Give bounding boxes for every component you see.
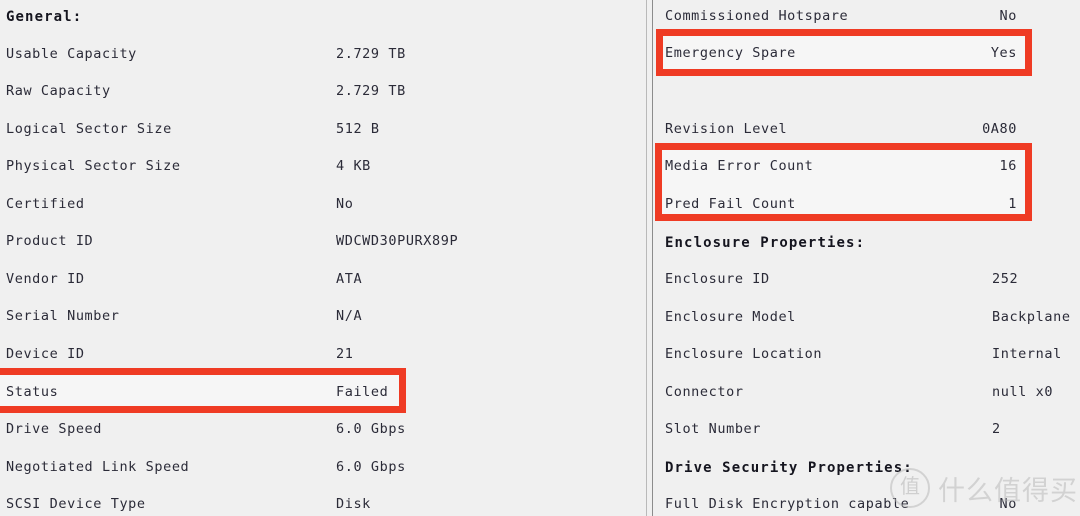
property-value: WDCWD30PURX89P [336,233,459,249]
property-label: Enclosure ID [665,271,770,287]
property-value: 4 KB [336,158,371,174]
property-label: Device ID [6,346,85,362]
enclosure-properties-column: Commissioned Hotspare No Emergency Spare Ye… [655,0,1080,516]
property-row-status: Status Failed [0,381,640,403]
property-row-device-id: Device ID 21 [0,343,640,365]
section-header-general: General: [0,6,640,28]
general-properties-column: General: Usable Capacity 2.729 TB Raw Capac… [0,0,640,516]
property-row-physical-sector-size: Physical Sector Size 4 KB [0,155,640,177]
property-row-slot-number: Slot Number 2 [655,418,1080,440]
property-label: Connector [665,384,744,400]
property-value: 21 [336,346,354,362]
property-row-full-disk-encryption-capable: Full Disk Encryption capable No [655,493,1080,515]
property-value: 0A80 [982,121,1017,137]
property-value: ATA [336,271,363,287]
property-label: Vendor ID [6,271,85,287]
property-value: Disk [336,496,371,512]
property-value: 2.729 TB [336,83,406,99]
property-value: 16 [999,158,1017,174]
property-value: 252 [992,271,1019,287]
property-label: Drive Speed [6,421,103,437]
property-value: 6.0 Gbps [336,459,406,475]
property-value: null x0 [992,384,1054,400]
property-row-enclosure-location: Enclosure Location Internal [655,343,1080,365]
property-label: Enclosure Model [665,309,796,325]
section-header-drive-security-properties: Drive Security Properties: [655,457,1080,479]
property-value: Yes [990,45,1017,61]
property-label: Revision Level [665,121,788,137]
property-label: Usable Capacity [6,46,137,62]
property-value: Internal [992,346,1062,362]
property-value: Failed [336,384,389,400]
property-label: Logical Sector Size [6,121,172,137]
property-row-scsi-device-type: SCSI Device Type Disk [0,493,640,515]
property-label: SCSI Device Type [6,496,146,512]
property-row-connector: Connector null x0 [655,381,1080,403]
property-row-product-id: Product ID WDCWD30PURX89P [0,230,640,252]
property-row-negotiated-link-speed: Negotiated Link Speed 6.0 Gbps [0,456,640,478]
property-row-serial-number: Serial Number N/A [0,305,640,327]
pane-divider-inner [652,0,653,516]
property-label: Physical Sector Size [6,158,181,174]
property-label: Slot Number [665,421,762,437]
property-label: Enclosure Location [665,346,823,362]
disk-properties-screen: General: Usable Capacity 2.729 TB Raw Capac… [0,0,1080,516]
property-label: Product ID [6,233,94,249]
property-value: 6.0 Gbps [336,421,406,437]
property-label: Status [6,384,59,400]
property-row-raw-capacity: Raw Capacity 2.729 TB [0,80,640,102]
property-label: Enclosure Properties: [665,235,866,251]
property-label: Drive Security Properties: [665,460,913,476]
property-label: Certified [6,196,85,212]
property-value: Backplane [992,309,1071,325]
property-label: Commissioned Hotspare [665,8,849,24]
property-value: 512 B [336,121,380,137]
property-label: Full Disk Encryption capable [665,496,910,512]
property-row-certified: Certified No [0,193,640,215]
property-row-commissioned-hotspare: Commissioned Hotspare No [655,5,1080,27]
property-row-emergency-spare: Emergency Spare Yes [655,42,1080,64]
property-row-revision-level: Revision Level 0A80 [655,118,1080,140]
property-row-media-error-count: Media Error Count 16 [655,155,1080,177]
pane-divider-outer [646,0,647,516]
property-row-usable-capacity: Usable Capacity 2.729 TB [0,43,640,65]
property-row-enclosure-model: Enclosure Model Backplane [655,306,1080,328]
property-label: Pred Fail Count [665,196,796,212]
property-label: General: [6,9,83,25]
property-value: 2.729 TB [336,46,406,62]
property-value: No [336,196,354,212]
section-header-enclosure-properties: Enclosure Properties: [655,232,1080,254]
property-label: Serial Number [6,308,120,324]
property-value: No [999,8,1017,24]
property-row-drive-speed: Drive Speed 6.0 Gbps [0,418,640,440]
property-value: 1 [1008,196,1017,212]
property-value: N/A [336,308,363,324]
property-row-logical-sector-size: Logical Sector Size 512 B [0,118,640,140]
property-label: Negotiated Link Speed [6,459,190,475]
property-row-enclosure-id: Enclosure ID 252 [655,268,1080,290]
property-value: No [999,496,1017,512]
property-row-pred-fail-count: Pred Fail Count 1 [655,193,1080,215]
property-label: Raw Capacity [6,83,111,99]
property-row-vendor-id: Vendor ID ATA [0,268,640,290]
property-label: Media Error Count [665,158,814,174]
property-label: Emergency Spare [665,45,796,61]
property-value: 2 [992,421,1001,437]
